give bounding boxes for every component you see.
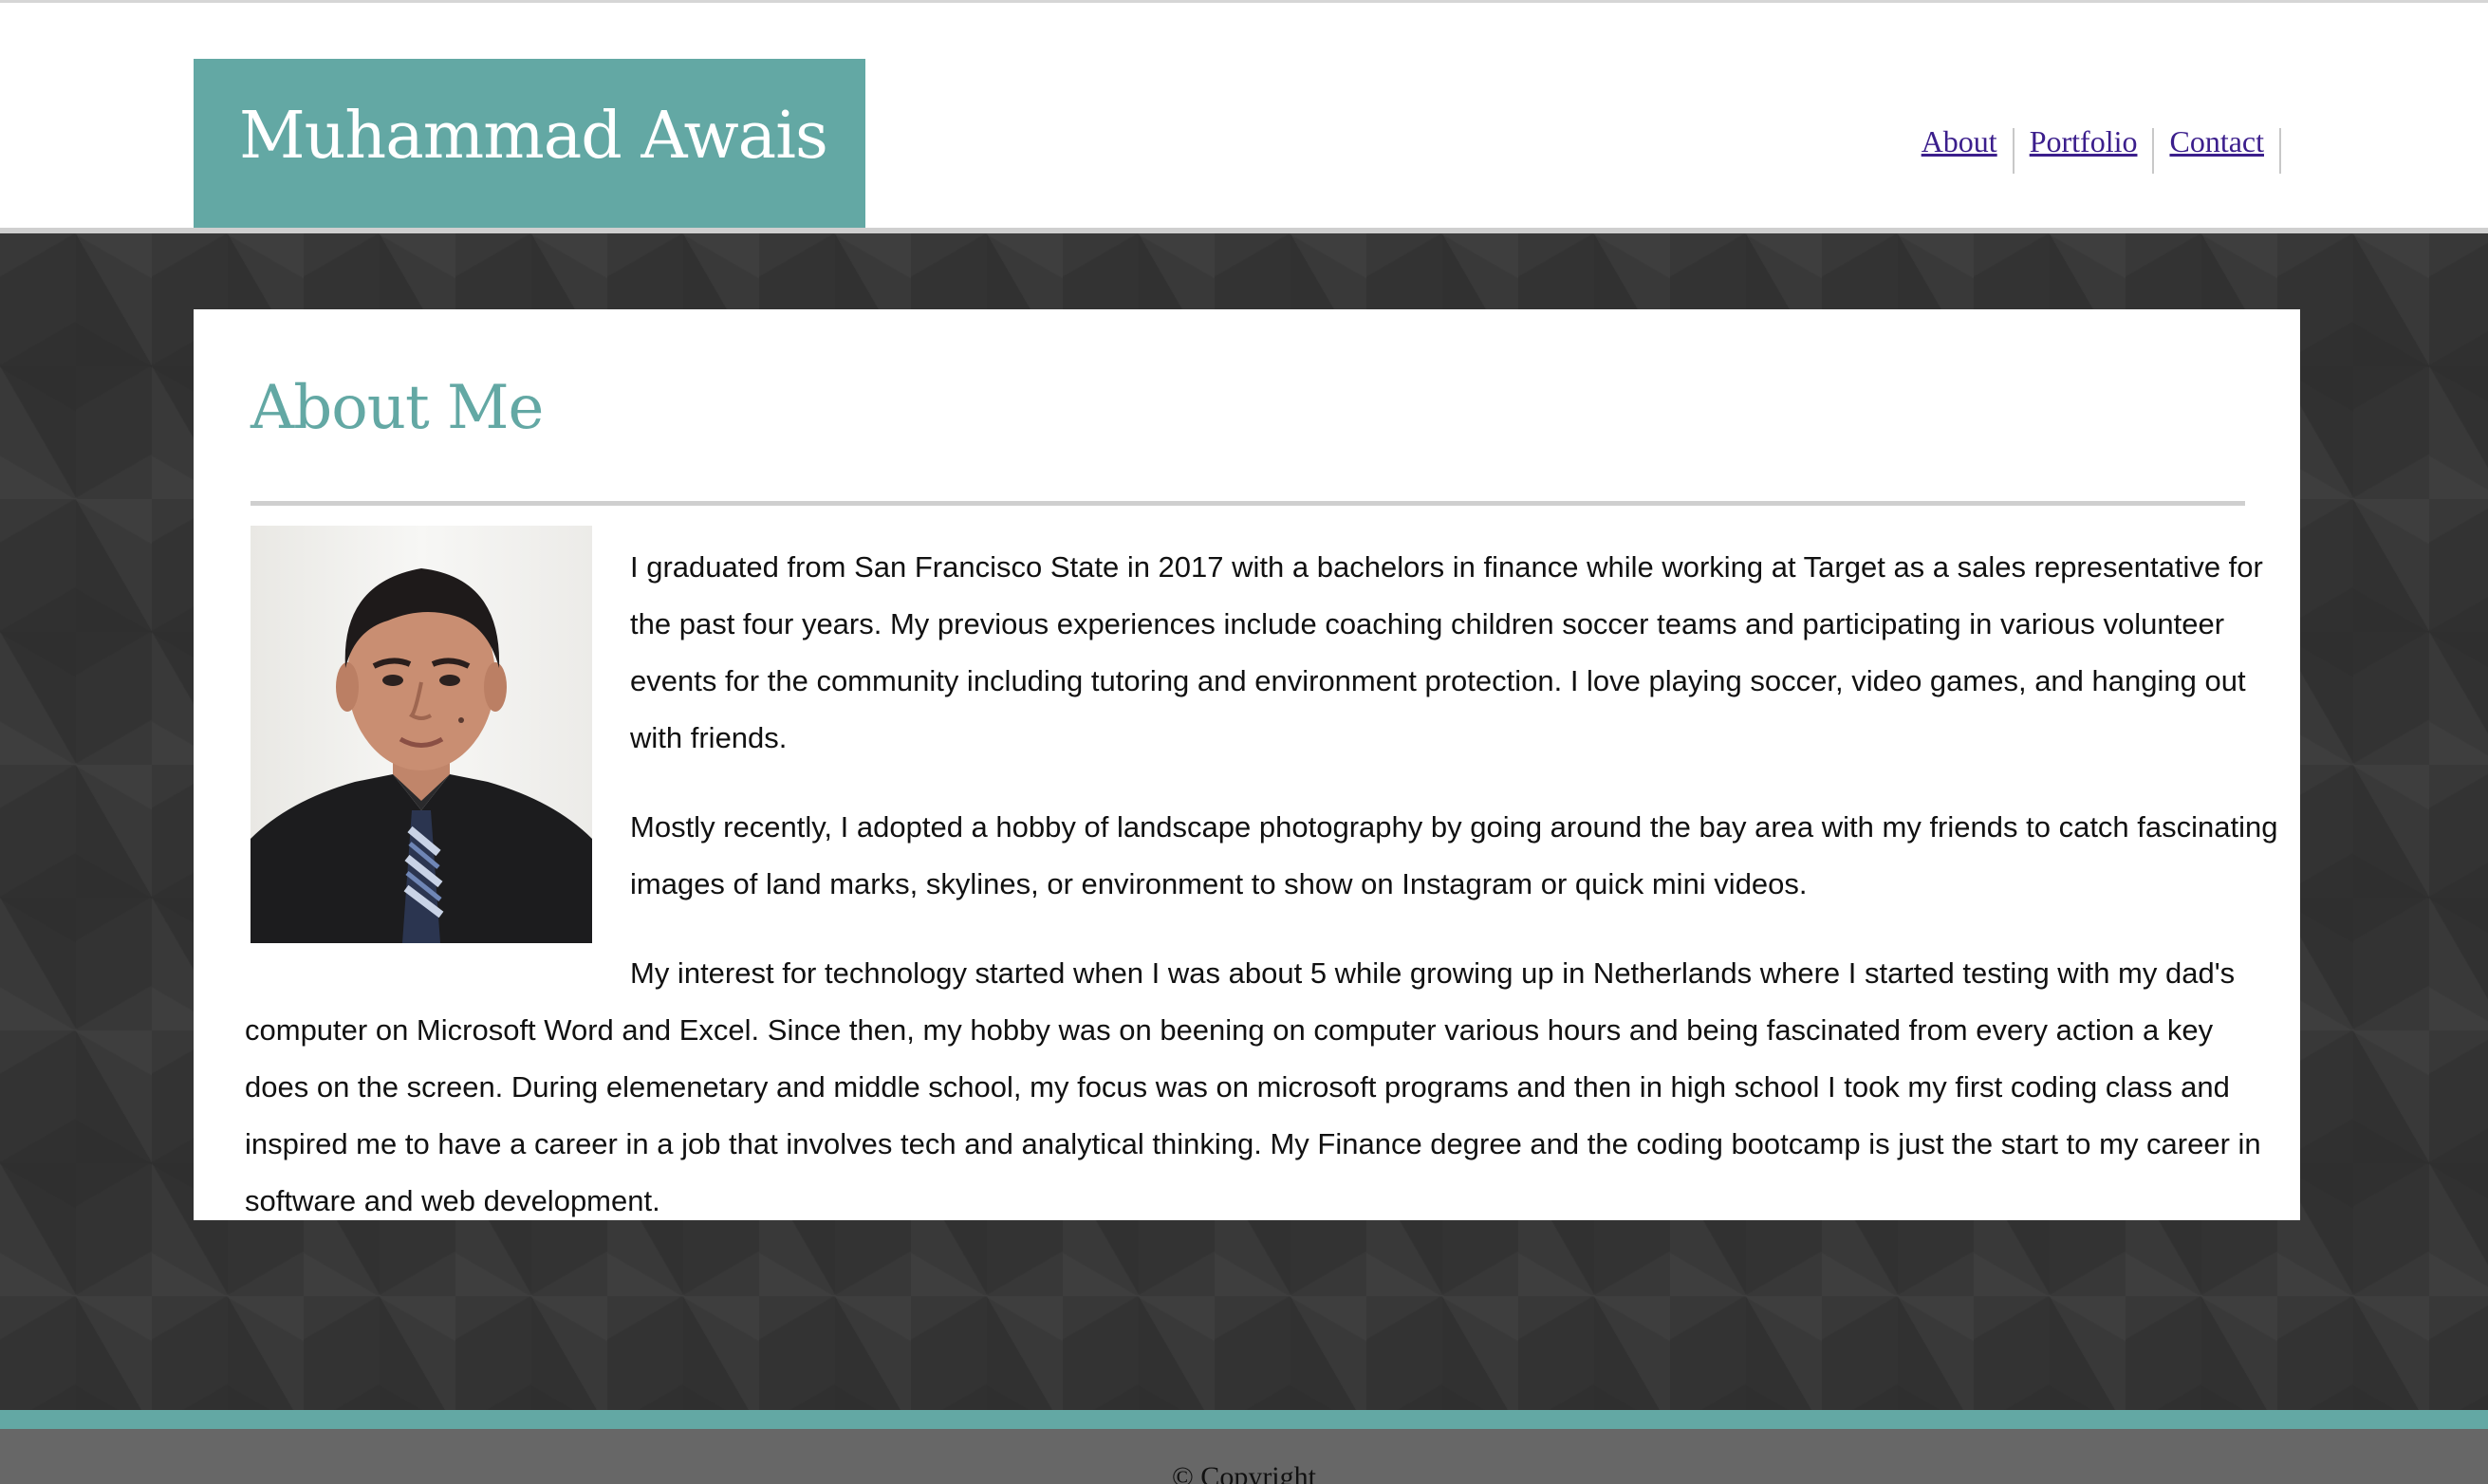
profile-photo <box>251 526 592 943</box>
about-body: I graduated from San Francisco State in … <box>245 526 2281 1262</box>
title-divider <box>251 501 2245 506</box>
section-title: About Me <box>251 373 544 443</box>
brand-block[interactable]: Muhammad Awais <box>194 59 865 228</box>
nav-item-portfolio: Portfolio <box>2015 126 2155 174</box>
main-nav: About Portfolio Contact <box>1906 126 2281 174</box>
copyright-text: © Copyright <box>1172 1461 1316 1484</box>
site-footer: © Copyright <box>0 1429 2488 1484</box>
nav-item-contact: Contact <box>2154 126 2281 174</box>
nav-divider <box>2279 128 2281 174</box>
nav-link-portfolio[interactable]: Portfolio <box>2015 126 2153 157</box>
about-card: About Me I graduated from San Francisco … <box>194 309 2300 1220</box>
about-paragraph: My interest for technology started when … <box>245 956 2261 1217</box>
footer-accent-stripe <box>0 1410 2488 1429</box>
site-header: Muhammad Awais About Portfolio Contact <box>0 3 2488 228</box>
portrait-illustration <box>251 526 592 943</box>
nav-item-about: About <box>1906 126 2015 174</box>
page: Muhammad Awais About Portfolio Contact A… <box>0 0 2488 1484</box>
nav-link-about[interactable]: About <box>1906 126 2013 157</box>
nav-link-contact[interactable]: Contact <box>2154 126 2279 157</box>
site-name[interactable]: Muhammad Awais <box>239 104 828 169</box>
